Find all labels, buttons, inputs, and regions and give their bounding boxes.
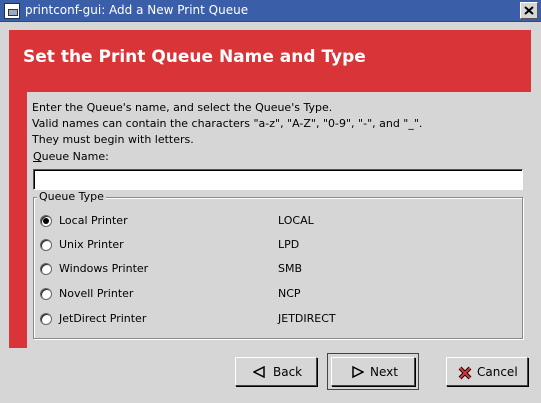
- cancel-button[interactable]: Cancel: [446, 357, 528, 386]
- radio-label: JetDirect Printer: [59, 312, 147, 325]
- queue-type-code: LPD: [278, 238, 300, 251]
- cancel-button-label: Cancel: [477, 365, 518, 379]
- red-x-icon: [458, 366, 472, 380]
- radio-label: Windows Printer: [59, 262, 149, 275]
- radio-windows-printer[interactable]: Windows Printer SMB: [40, 261, 520, 279]
- radio-label: Unix Printer: [59, 238, 124, 251]
- radio-button[interactable]: [40, 263, 52, 275]
- dialog-window: printconf-gui: Add a New Print Queue Set…: [0, 0, 541, 403]
- radio-jetdirect-printer[interactable]: JetDirect Printer JETDIRECT: [40, 311, 520, 329]
- queue-name-label: Queue Name:: [33, 150, 109, 163]
- instructions: Enter the Queue's name, and select the Q…: [32, 100, 422, 148]
- queue-type-code: LOCAL: [278, 214, 314, 227]
- radio-button[interactable]: [40, 288, 52, 300]
- close-button[interactable]: [520, 2, 538, 19]
- left-triangle-icon: [253, 366, 265, 378]
- radio-label: Novell Printer: [59, 287, 134, 300]
- next-button[interactable]: Next: [331, 357, 415, 386]
- radio-local-printer[interactable]: Local Printer LOCAL: [40, 213, 520, 231]
- radio-unix-printer[interactable]: Unix Printer LPD: [40, 237, 520, 255]
- queue-type-code: NCP: [278, 287, 301, 300]
- right-triangle-icon: [352, 366, 364, 378]
- close-icon: [524, 6, 534, 15]
- radio-button[interactable]: [40, 239, 52, 251]
- printer-app-icon[interactable]: [4, 3, 20, 19]
- back-button-label: Back: [273, 365, 303, 379]
- radio-novell-printer[interactable]: Novell Printer NCP: [40, 286, 520, 304]
- page-title: Set the Print Queue Name and Type: [23, 47, 366, 67]
- next-button-label: Next: [370, 365, 398, 379]
- queue-name-mnemonic: Q: [33, 150, 42, 163]
- queue-type-legend: Queue Type: [37, 190, 106, 203]
- instruction-line: Valid names can contain the characters "…: [32, 117, 423, 130]
- radio-label: Local Printer: [59, 214, 128, 227]
- queue-name-label-text: ueue Name:: [41, 150, 109, 163]
- title-bar[interactable]: printconf-gui: Add a New Print Queue: [0, 0, 541, 22]
- instruction-line: Enter the Queue's name, and select the Q…: [32, 101, 333, 114]
- queue-name-input[interactable]: [33, 169, 523, 190]
- back-button[interactable]: Back: [235, 357, 317, 386]
- queue-type-code: JETDIRECT: [278, 312, 336, 325]
- instruction-line: They must begin with letters.: [32, 133, 194, 146]
- radio-button[interactable]: [40, 313, 52, 325]
- queue-type-code: SMB: [278, 262, 303, 275]
- window-title: printconf-gui: Add a New Print Queue: [25, 3, 249, 17]
- radio-button[interactable]: [40, 215, 52, 227]
